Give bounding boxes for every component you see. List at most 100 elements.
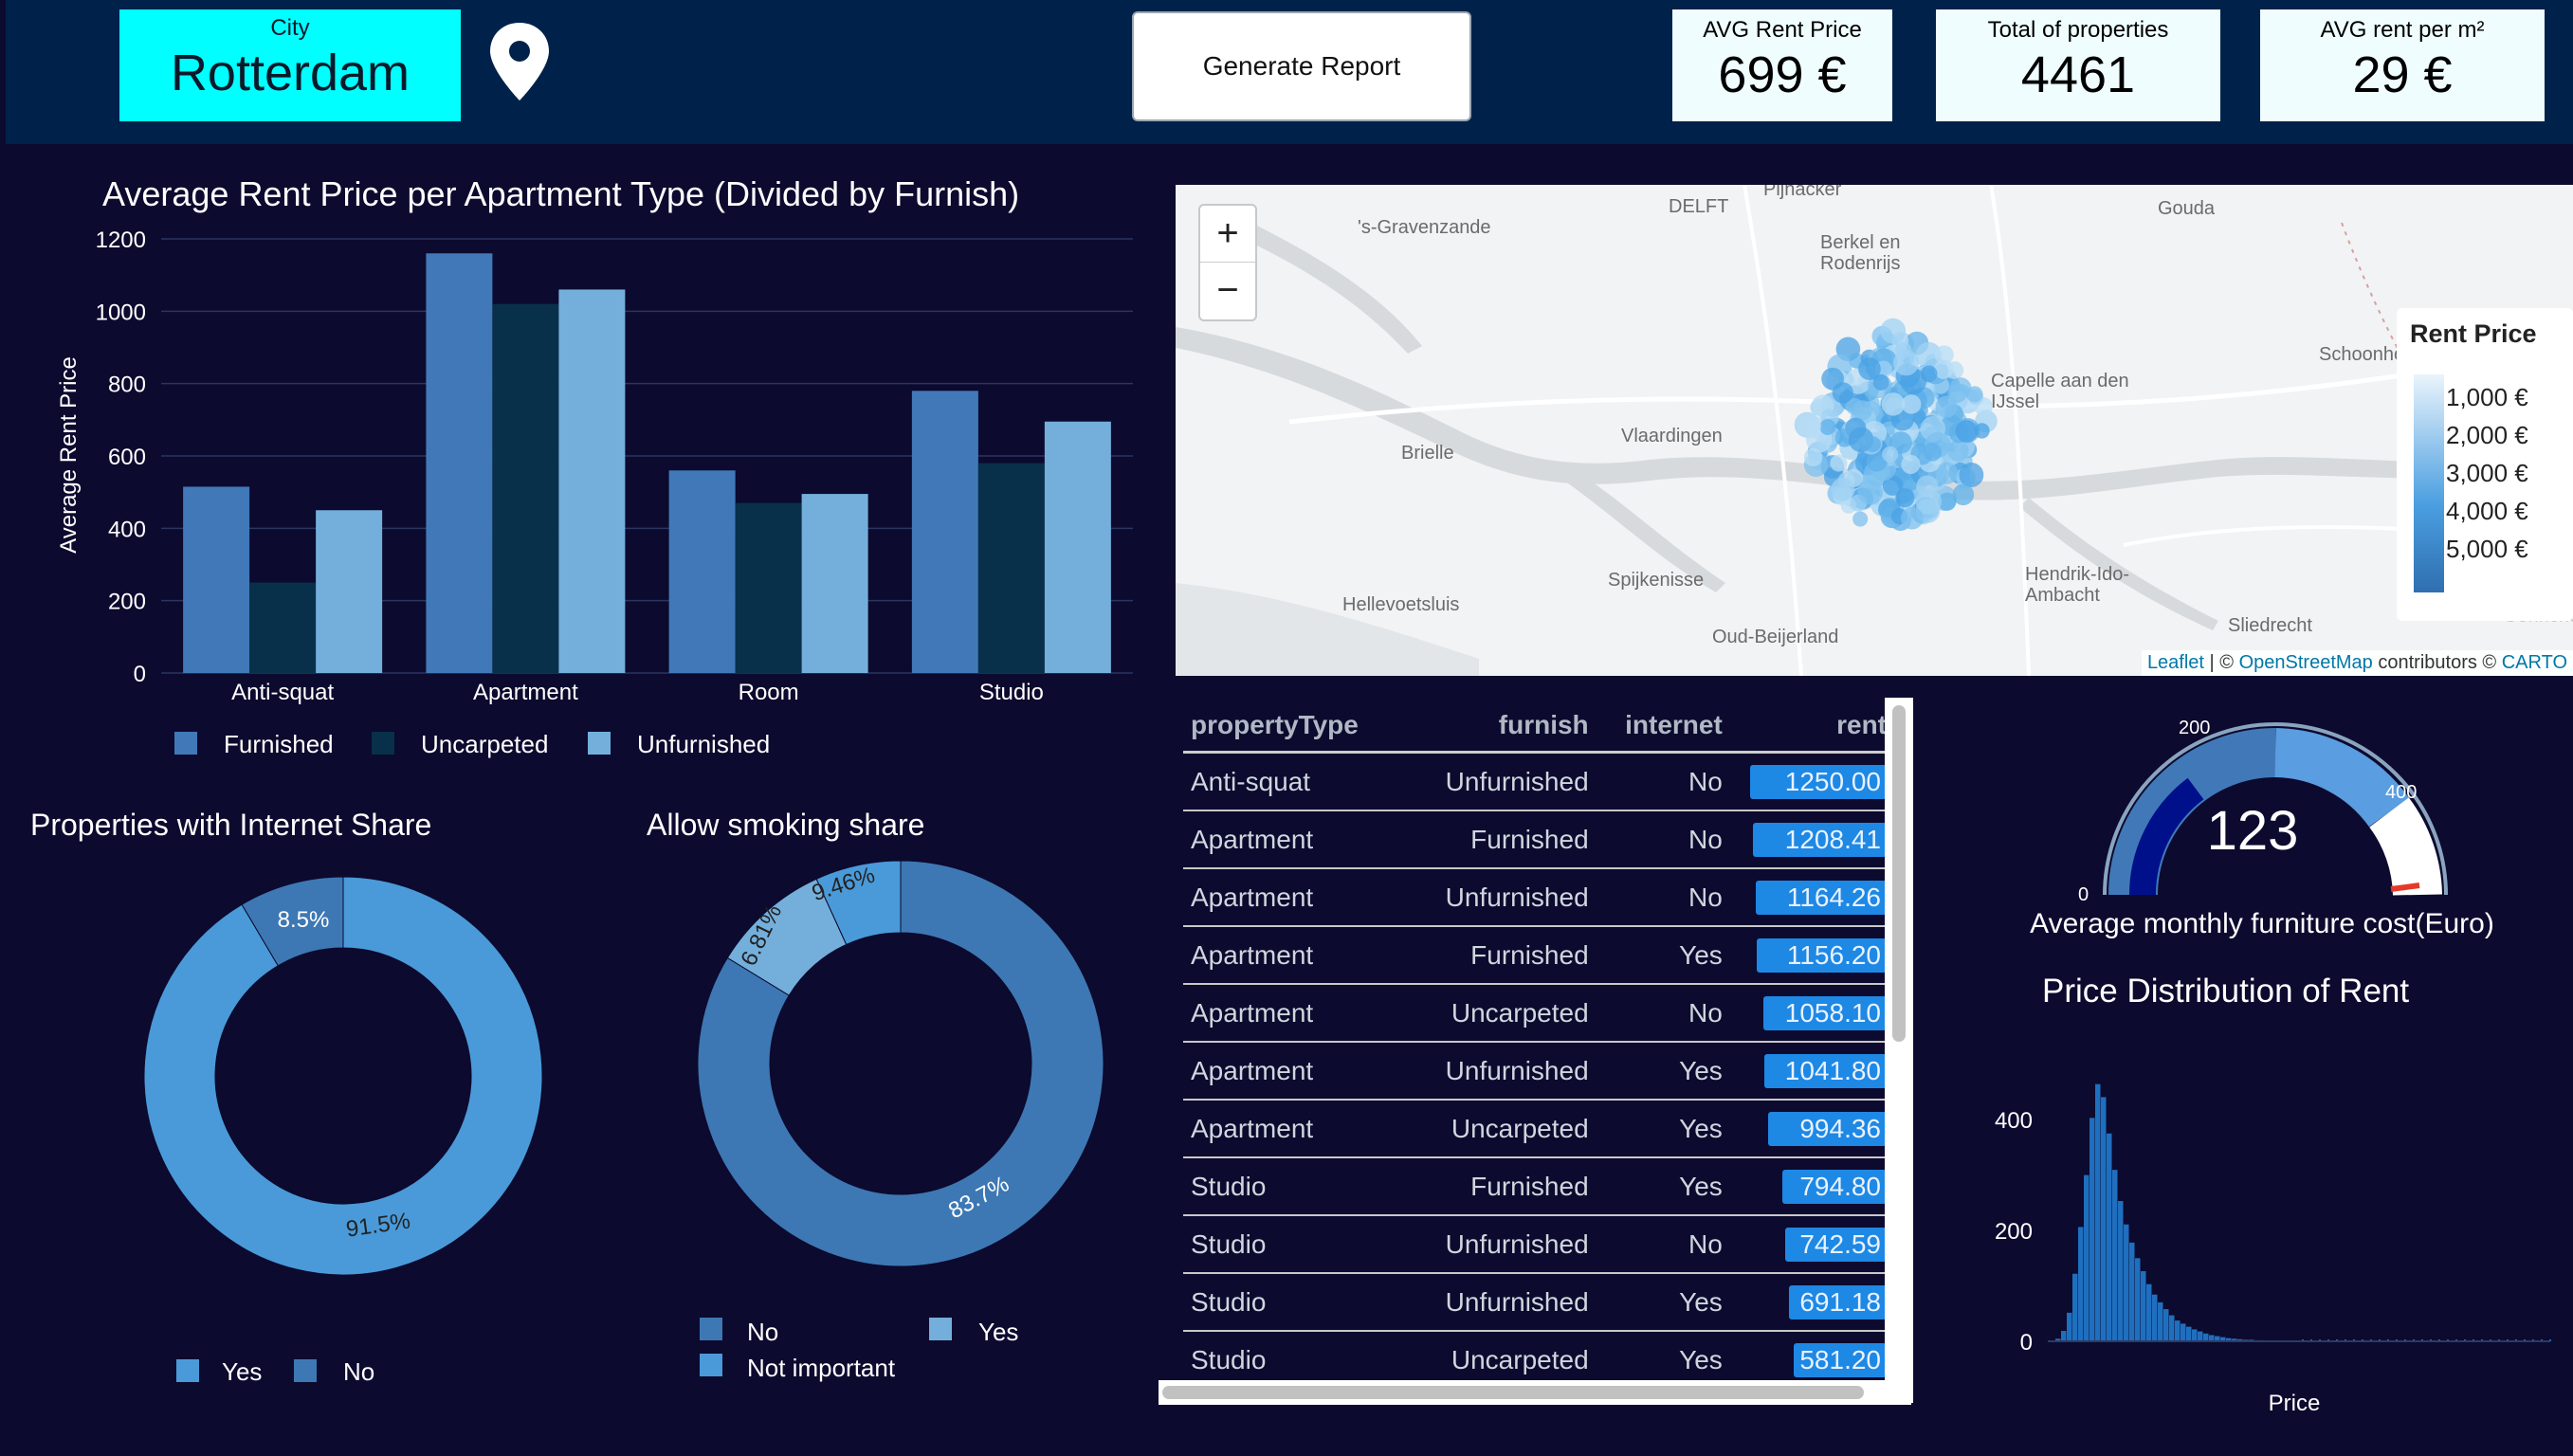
rent-marker[interactable] xyxy=(1923,443,1942,462)
histogram-bar[interactable] xyxy=(2158,1301,2163,1341)
histogram-bar[interactable] xyxy=(2129,1242,2135,1341)
column-header-property-type[interactable]: propertyType xyxy=(1183,700,1400,754)
histogram-bar[interactable] xyxy=(2095,1083,2101,1341)
cell-furnish: Furnished xyxy=(1399,810,1597,869)
histogram-bar[interactable] xyxy=(2146,1283,2152,1341)
legend-swatch-no[interactable] xyxy=(294,1359,317,1382)
rent-marker[interactable] xyxy=(1916,475,1939,498)
zoom-in-button[interactable]: + xyxy=(1200,206,1255,263)
scroll-thumb[interactable] xyxy=(1892,705,1906,1042)
histogram-bar[interactable] xyxy=(2101,1097,2107,1341)
histogram-bar[interactable] xyxy=(2089,1118,2095,1341)
column-header-internet[interactable]: internet xyxy=(1596,700,1730,754)
rent-marker[interactable] xyxy=(1798,415,1822,438)
rent-marker[interactable] xyxy=(1966,386,1983,403)
rent-marker[interactable] xyxy=(1882,446,1899,463)
bar-uncarpeted[interactable] xyxy=(735,502,802,673)
legend-swatch-no[interactable] xyxy=(700,1318,722,1340)
table-row[interactable]: Apartment Unfurnished Yes 1041.80 xyxy=(1183,1042,1894,1101)
carto-link[interactable]: CARTO xyxy=(2502,652,2567,673)
bar-unfurnished[interactable] xyxy=(316,510,383,673)
map-legend-title: Rent Price xyxy=(2410,319,2537,348)
histogram-bar[interactable] xyxy=(2192,1329,2198,1341)
histogram-bar[interactable] xyxy=(2067,1312,2072,1341)
histogram-bar[interactable] xyxy=(2072,1273,2078,1341)
histogram-bar[interactable] xyxy=(2124,1224,2129,1341)
histogram-bar[interactable] xyxy=(2061,1331,2067,1341)
bar-uncarpeted[interactable] xyxy=(977,463,1045,673)
rent-marker[interactable] xyxy=(1852,400,1872,421)
bar-furnished[interactable] xyxy=(911,391,978,673)
histogram-bar[interactable] xyxy=(2198,1331,2203,1341)
column-header-rent[interactable]: rent xyxy=(1729,700,1894,754)
histogram-bar[interactable] xyxy=(2118,1201,2124,1341)
rent-marker[interactable] xyxy=(1959,463,1984,487)
histogram-bar[interactable] xyxy=(2163,1309,2169,1341)
bar-furnished[interactable] xyxy=(668,470,736,673)
histogram-bar[interactable] xyxy=(2181,1323,2186,1341)
bar-uncarpeted[interactable] xyxy=(492,303,559,673)
legend-swatch-not-important[interactable] xyxy=(700,1354,722,1376)
rent-marker[interactable] xyxy=(1881,392,1906,416)
bar-unfurnished[interactable] xyxy=(801,494,868,673)
table-row[interactable]: Studio Unfurnished Yes 691.18 xyxy=(1183,1273,1894,1332)
zoom-out-button[interactable]: − xyxy=(1200,263,1255,318)
rent-marker[interactable] xyxy=(1894,341,1912,359)
histogram-bar[interactable] xyxy=(2112,1170,2118,1341)
table-row[interactable]: Apartment Uncarpeted Yes 994.36 xyxy=(1183,1100,1894,1158)
histogram-bar[interactable] xyxy=(2084,1174,2089,1341)
bar-unfurnished[interactable] xyxy=(1044,421,1111,673)
histogram-bar[interactable] xyxy=(2169,1315,2175,1341)
rent-marker[interactable] xyxy=(1819,419,1836,435)
table-row[interactable]: Apartment Furnished Yes 1156.20 xyxy=(1183,926,1894,985)
table-row[interactable]: Apartment Furnished No 1208.41 xyxy=(1183,810,1894,869)
bar-furnished[interactable] xyxy=(183,486,250,673)
bar-furnished[interactable] xyxy=(426,253,493,673)
table-vertical-scrollbar[interactable] xyxy=(1885,698,1913,1403)
rent-marker[interactable] xyxy=(1920,365,1938,383)
table-row[interactable]: Anti-squat Unfurnished No 1250.00 xyxy=(1183,752,1894,811)
bar-uncarpeted[interactable] xyxy=(249,582,317,673)
rent-marker[interactable] xyxy=(1852,511,1869,527)
legend-swatch-uncarpeted[interactable] xyxy=(372,732,394,755)
zoom-control: + − xyxy=(1198,204,1257,321)
table-row[interactable]: Studio Unfurnished No 742.59 xyxy=(1183,1215,1894,1274)
legend-swatch-furnished[interactable] xyxy=(174,732,197,755)
scroll-thumb[interactable] xyxy=(1162,1386,1864,1399)
histogram-bar[interactable] xyxy=(2152,1294,2158,1341)
rent-marker[interactable] xyxy=(1947,383,1967,403)
rent-marker[interactable] xyxy=(1952,483,1975,506)
column-header-furnish[interactable]: furnish xyxy=(1399,700,1597,754)
histogram-bar[interactable] xyxy=(2175,1320,2181,1341)
rent-marker[interactable] xyxy=(1872,373,1889,391)
rent-marker[interactable] xyxy=(1821,367,1844,391)
rent-marker[interactable] xyxy=(1901,454,1921,474)
rent-marker[interactable] xyxy=(1955,420,1979,443)
table-horizontal-scrollbar[interactable] xyxy=(1159,1380,1911,1405)
bar-unfurnished[interactable] xyxy=(558,289,626,673)
rent-marker[interactable] xyxy=(1831,477,1855,501)
rent-marker[interactable] xyxy=(1857,480,1883,505)
histogram-bar[interactable] xyxy=(2078,1227,2084,1341)
table-row[interactable]: Apartment Unfurnished No 1164.26 xyxy=(1183,868,1894,927)
legend-swatch-unfurnished[interactable] xyxy=(588,732,611,755)
histogram-bar[interactable] xyxy=(2141,1271,2146,1341)
generate-report-button[interactable]: Generate Report xyxy=(1132,11,1471,121)
rent-marker[interactable] xyxy=(1803,447,1823,466)
legend-swatch-yes[interactable] xyxy=(176,1359,199,1382)
table-row[interactable]: Studio Furnished Yes 794.80 xyxy=(1183,1157,1894,1216)
leaflet-link[interactable]: Leaflet xyxy=(2147,652,2204,673)
rent-marker[interactable] xyxy=(1880,318,1907,344)
table-row[interactable]: Apartment Uncarpeted No 1058.10 xyxy=(1183,984,1894,1043)
legend-swatch-yes[interactable] xyxy=(929,1318,952,1340)
rent-marker[interactable] xyxy=(1900,506,1924,530)
histogram-bar[interactable] xyxy=(2107,1133,2112,1341)
histogram-bar[interactable] xyxy=(2186,1326,2192,1341)
rent-marker[interactable] xyxy=(1947,440,1969,462)
cell-internet: No xyxy=(1596,1215,1730,1274)
histogram-bar[interactable] xyxy=(2203,1333,2209,1341)
rent-marker[interactable] xyxy=(1865,436,1881,453)
osm-link[interactable]: OpenStreetMap xyxy=(2239,652,2373,673)
rent-map[interactable]: + − 's-Gravenzande DELFT Pijnacker Berke… xyxy=(1176,185,2573,676)
histogram-bar[interactable] xyxy=(2135,1258,2141,1341)
